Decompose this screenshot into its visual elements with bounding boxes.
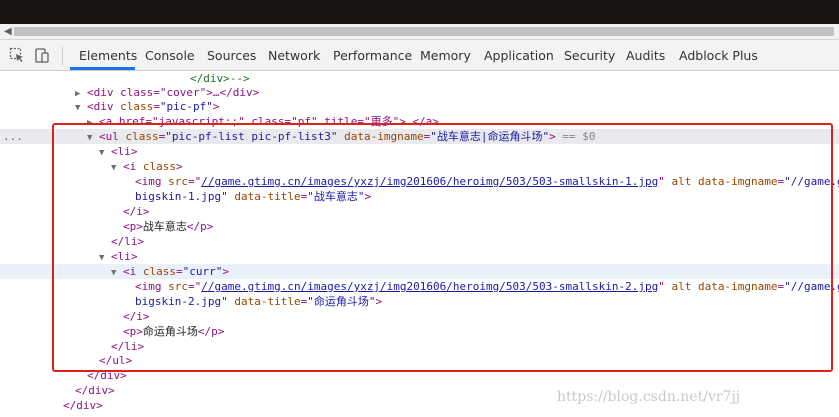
toolbar-separator [62,47,63,65]
expand-triangle-icon[interactable]: ▶ [75,89,80,99]
inspect-element-icon[interactable] [9,47,25,63]
tab-network[interactable]: Network [268,40,320,70]
close-div[interactable]: </div> [63,398,103,413]
active-tab-indicator [70,67,135,70]
device-toolbar-icon[interactable] [34,47,50,63]
highlight-annotation-box [52,123,833,372]
horizontal-scrollbar[interactable]: ◀ [0,24,839,40]
tab-adblock-plus[interactable]: Adblock Plus [679,40,758,70]
more-options-icon[interactable]: ... [3,129,23,144]
tab-application[interactable]: Application [484,40,554,70]
collapse-triangle-icon[interactable]: ▼ [75,103,80,113]
close-div[interactable]: </div> [75,383,115,398]
tab-console[interactable]: Console [145,40,195,70]
watermark-text: https://blog.csdn.net/vr7jj [557,389,741,405]
tab-audits[interactable]: Audits [626,40,665,70]
tab-security[interactable]: Security [564,40,615,70]
tab-sources[interactable]: Sources [207,40,256,70]
devtools-toolbar: Elements Console Sources Network Perform… [0,40,839,71]
tab-performance[interactable]: Performance [333,40,412,70]
window-top-bar [0,0,839,24]
tab-memory[interactable]: Memory [420,40,471,70]
tree-node-pic-pf[interactable]: ▼ <div class="pic-pf"> [75,99,220,114]
node-text: <div class="cover">…</div> [87,86,260,99]
scrollbar-thumb[interactable] [14,27,834,36]
tab-elements[interactable]: Elements [79,40,137,70]
comment-line[interactable]: </div>--> [190,71,250,86]
tree-node-cover[interactable]: ▶ <div class="cover">…</div> [75,85,259,100]
scroll-left-arrow-icon[interactable]: ◀ [4,26,12,37]
